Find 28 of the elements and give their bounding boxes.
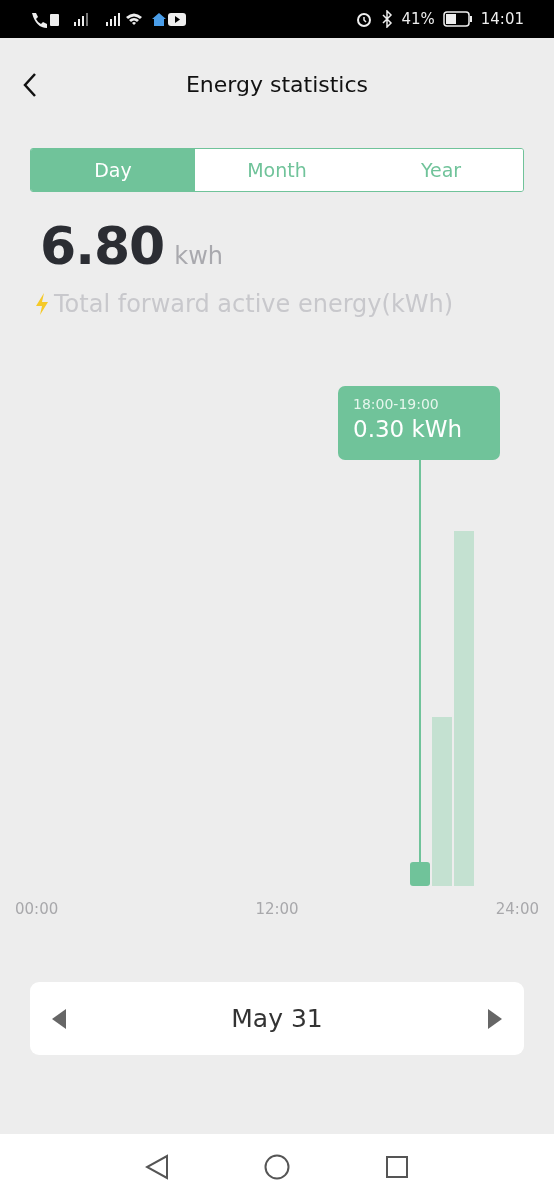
recents-square-icon (385, 1155, 409, 1179)
date-label: May 31 (231, 1004, 323, 1033)
clock-time: 14:01 (480, 10, 524, 28)
page-title: Energy statistics (185, 71, 369, 97)
axis-label: 12:00 (255, 900, 299, 918)
axis-label: 00:00 (15, 900, 59, 918)
tooltip-time-range: 18:00-19:00 (353, 396, 440, 412)
battery-icon (442, 11, 473, 27)
lightning-icon (34, 292, 50, 316)
next-day-button[interactable] (486, 1008, 502, 1029)
left-triangle-icon (52, 1008, 68, 1029)
right-triangle-icon (486, 1008, 502, 1029)
previous-day-button[interactable] (52, 1008, 68, 1029)
period-tab[interactable]: Day (31, 149, 195, 191)
home-nav-button[interactable] (264, 1154, 290, 1180)
back-triangle-icon (145, 1154, 169, 1180)
energy-unit: kwh (174, 242, 224, 270)
recents-nav-button[interactable] (385, 1155, 409, 1179)
alarm-icon (355, 10, 374, 28)
axis-label: 24:00 (495, 900, 539, 918)
home-circle-icon (264, 1154, 290, 1180)
period-tab[interactable]: Month (195, 149, 359, 191)
battery-percentage: 41% (401, 10, 435, 28)
tooltip-value: 0.30 kWh (353, 416, 464, 442)
bluetooth-icon (381, 10, 394, 28)
back-nav-button[interactable] (145, 1154, 169, 1180)
energy-total: 6.80 (40, 216, 165, 276)
period-tab[interactable]: Year (359, 149, 523, 191)
